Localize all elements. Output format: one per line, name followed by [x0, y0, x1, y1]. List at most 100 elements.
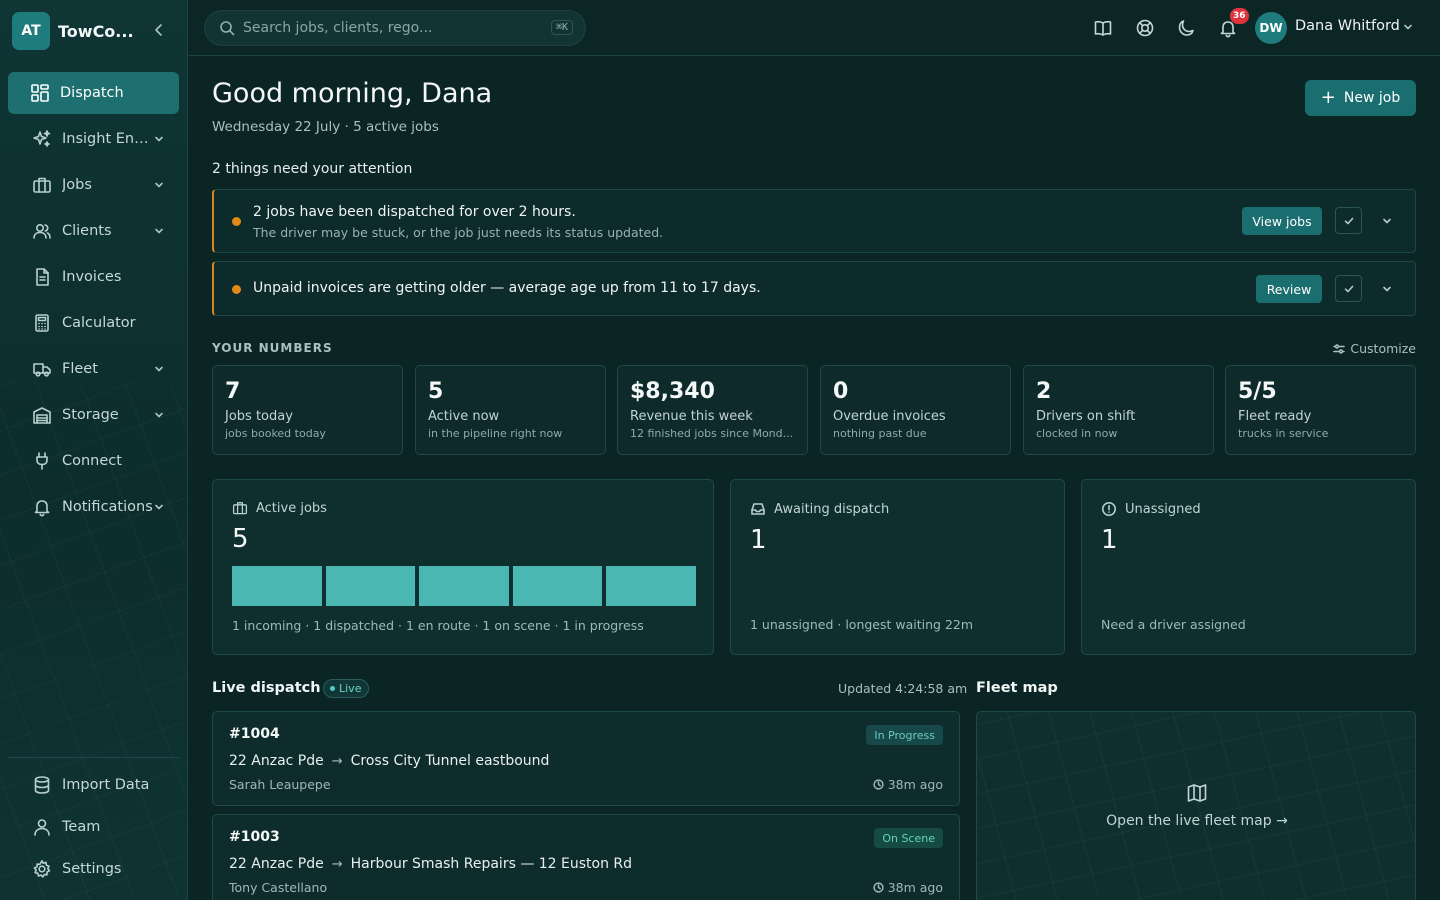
sidebar-item-clients[interactable]: Clients [8, 210, 179, 252]
sidebar-item-label: Clients [62, 223, 112, 239]
sidebar-item-insight-engine[interactable]: Insight Eng... [8, 118, 179, 160]
new-job-button[interactable]: + New job [1305, 80, 1416, 116]
help-lifebuoy-icon[interactable] [1135, 18, 1155, 38]
chevron-down-icon [153, 179, 165, 191]
truck-icon [32, 359, 52, 379]
user-name[interactable]: Dana Whitford [1295, 18, 1400, 34]
warning-dot-icon [232, 217, 241, 226]
status-badge: In Progress [866, 725, 943, 745]
stat-card[interactable]: 0 Overdue invoices nothing past due [820, 365, 1011, 455]
chevron-down-icon[interactable] [1402, 21, 1414, 33]
job-elapsed: 38m ago [873, 880, 943, 895]
panel-footer: 1 unassigned · longest waiting 22m [750, 617, 974, 632]
numbers-heading: YOUR NUMBERS [212, 341, 333, 355]
stat-card[interactable]: 7 Jobs today jobs booked today [212, 365, 403, 455]
pipeline-segment [232, 566, 322, 606]
sidebar-item-label: Notifications [62, 499, 153, 515]
plus-icon: + [1320, 87, 1336, 108]
sidebar-item-team[interactable]: Team [8, 808, 179, 846]
stat-sub: jobs booked today [225, 427, 326, 440]
sparkles-icon [32, 129, 52, 149]
expand-chevron-icon[interactable] [1381, 283, 1393, 295]
stat-card[interactable]: 2 Drivers on shift clocked in now [1023, 365, 1214, 455]
sidebar-item-dispatch[interactable]: Dispatch [8, 72, 179, 114]
stat-label: Revenue this week [630, 409, 753, 424]
dispatch-job-card[interactable]: #1004 22 Anzac Pde → Cross City Tunnel e… [212, 711, 960, 806]
panel-heading: Awaiting dispatch [750, 501, 889, 517]
page-title: Good morning, Dana [212, 78, 493, 109]
briefcase-icon [232, 500, 256, 516]
sidebar-item-connect[interactable]: Connect [8, 440, 179, 482]
sidebar-item-label: Team [62, 819, 101, 835]
search-icon [219, 20, 235, 36]
plug-icon [32, 451, 52, 471]
sidebar-item-fleet[interactable]: Fleet [8, 348, 179, 390]
active-jobs-panel[interactable]: Active jobs 5 1 incoming · 1 dispatched … [212, 479, 714, 655]
stat-value: 5 [428, 379, 444, 404]
live-badge-label: Live [339, 682, 362, 695]
sidebar-item-label: Calculator [62, 315, 136, 331]
panel-title: Awaiting dispatch [774, 501, 890, 517]
stat-value: 2 [1036, 379, 1052, 404]
panel-footer: Need a driver assigned [1101, 617, 1246, 632]
stat-card[interactable]: 5 Active now in the pipeline right now [415, 365, 606, 455]
sidebar-item-label: Insight Eng... [62, 131, 154, 147]
sidebar-item-label: Dispatch [60, 85, 124, 101]
alert-circle-icon [1101, 501, 1125, 517]
sidebar-item-notifications[interactable]: Notifications [8, 486, 179, 528]
unassigned-panel[interactable]: Unassigned 1 Need a driver assigned [1081, 479, 1416, 655]
avatar[interactable]: DW [1255, 12, 1287, 44]
job-id: #1003 [229, 829, 280, 845]
chevron-down-icon [153, 501, 165, 513]
sidebar-divider [8, 757, 179, 758]
job-to: Harbour Smash Repairs — 12 Euston Rd [350, 856, 633, 872]
briefcase-icon [32, 175, 52, 195]
alert-title: 2 jobs have been dispatched for over 2 h… [253, 204, 576, 220]
open-fleet-map-link[interactable]: Open the live fleet map → [977, 813, 1415, 829]
attention-alert: 2 jobs have been dispatched for over 2 h… [212, 189, 1416, 253]
fleet-map-panel[interactable]: Open the live fleet map → [976, 711, 1416, 900]
moon-icon[interactable] [1177, 18, 1197, 38]
dismiss-check-icon[interactable] [1335, 207, 1362, 234]
sidebar-item-label: Fleet [62, 361, 98, 377]
arrow-right-icon: → [331, 856, 343, 872]
sliders-icon [1333, 343, 1350, 355]
sidebar-item-jobs[interactable]: Jobs [8, 164, 179, 206]
warehouse-icon [32, 405, 52, 425]
job-driver: Sarah Leaupepe [229, 777, 331, 792]
sidebar-item-settings[interactable]: Settings [8, 850, 179, 888]
sidebar-item-label: Jobs [62, 177, 92, 193]
book-icon[interactable] [1093, 18, 1113, 38]
review-button[interactable]: Review [1256, 275, 1322, 303]
collapse-sidebar-icon[interactable] [152, 23, 166, 37]
brand[interactable]: AT TowCo... [12, 12, 138, 50]
pipeline-segment [325, 566, 416, 606]
customize-label: Customize [1350, 341, 1416, 356]
expand-chevron-icon[interactable] [1381, 215, 1393, 227]
document-icon [32, 267, 52, 287]
stat-card[interactable]: 5/5 Fleet ready trucks in service [1225, 365, 1416, 455]
job-elapsed-label: 38m ago [887, 880, 943, 895]
awaiting-dispatch-panel[interactable]: Awaiting dispatch 1 1 unassigned · longe… [730, 479, 1065, 655]
dashboard-icon [30, 83, 50, 103]
stat-value: 0 [833, 379, 849, 404]
panel-title: Active jobs [256, 500, 327, 516]
search-box[interactable]: ⌘K [204, 10, 586, 46]
stat-card[interactable]: $8,340 Revenue this week 12 finished job… [617, 365, 808, 455]
dismiss-check-icon[interactable] [1335, 275, 1362, 302]
stat-label: Overdue invoices [833, 409, 946, 424]
sidebar-item-calculator[interactable]: Calculator [8, 302, 179, 344]
dispatch-job-card[interactable]: #1003 22 Anzac Pde → Harbour Smash Repai… [212, 814, 960, 900]
sidebar-item-import-data[interactable]: Import Data [8, 766, 179, 804]
view-jobs-button[interactable]: View jobs [1242, 207, 1322, 235]
sidebar-item-label: Invoices [62, 269, 122, 285]
search-input[interactable] [243, 20, 543, 36]
sidebar-item-storage[interactable]: Storage [8, 394, 179, 436]
alert-title: Unpaid invoices are getting older — aver… [253, 280, 761, 296]
sidebar-nav: Dispatch Insight Eng... Jobs Clients Inv… [8, 72, 179, 532]
customize-link[interactable]: Customize [1333, 341, 1416, 356]
sidebar-item-invoices[interactable]: Invoices [8, 256, 179, 298]
stat-value: 7 [225, 379, 241, 404]
panel-heading: Active jobs [232, 500, 327, 516]
attention-alert: Unpaid invoices are getting older — aver… [212, 261, 1416, 316]
